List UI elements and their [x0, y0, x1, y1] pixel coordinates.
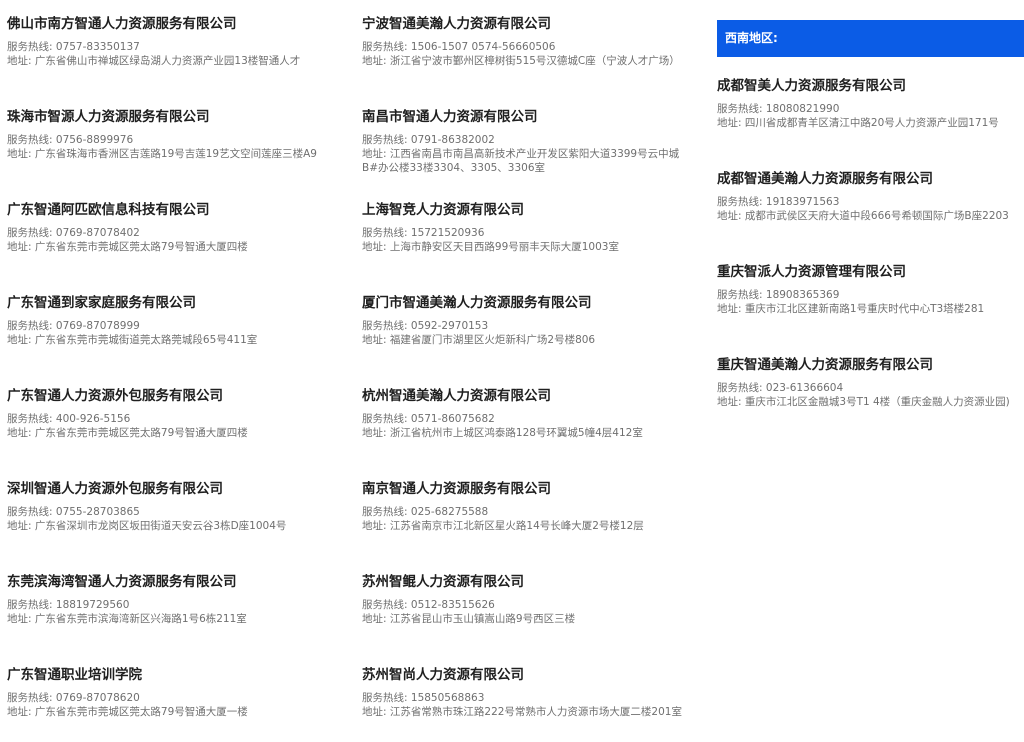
company-card: 成都智美人力资源服务有限公司 服务热线: 18080821990 地址: 四川省… [717, 77, 1024, 130]
company-hotline: 服务热线: 18080821990 [717, 103, 840, 115]
company-address: 地址: 广东省佛山市禅城区绿岛湖人力资源产业园13楼智通人才 [7, 55, 301, 67]
company-card: 重庆智派人力资源管理有限公司 服务热线: 18908365369 地址: 重庆市… [717, 263, 1024, 316]
company-address: 地址: 福建省厦门市湖里区火炬新科广场2号楼806 [362, 334, 596, 346]
company-hotline: 服务热线: 15850568863 [362, 692, 485, 704]
company-hotline: 服务热线: 0755-28703865 [7, 506, 140, 518]
company-address: 地址: 广东省东莞市滨海湾新区兴海路1号6栋211室 [7, 613, 247, 625]
company-hotline: 服务热线: 0756-8899976 [7, 134, 134, 146]
company-address: 地址: 广东省东莞市莞城区莞太路79号智通大厦四楼 [7, 241, 248, 253]
company-address: 地址: 广东省东莞市莞城街道莞太路莞城段65号411室 [7, 334, 258, 346]
company-address: 地址: 浙江省宁波市鄞州区樟树街515号汉德城C座（宁波人才广场） [362, 55, 680, 67]
company-hotline: 服务热线: 025-68275588 [362, 506, 489, 518]
company-hotline: 服务热线: 400-926-5156 [7, 413, 131, 425]
company-address: 地址: 上海市静安区天目西路99号丽丰天际大厦1003室 [362, 241, 619, 253]
company-name: 苏州智鲲人力资源有限公司 [362, 574, 524, 590]
company-hotline: 服务热线: 0592-2970153 [362, 320, 489, 332]
company-name: 厦门市智通美瀚人力资源服务有限公司 [362, 295, 592, 311]
company-hotline: 服务热线: 0571-86075682 [362, 413, 495, 425]
company-address: 地址: 广东省深圳市龙岗区坂田街道天安云谷3栋D座1004号 [7, 520, 287, 532]
company-card: 南京智通人力资源服务有限公司 服务热线: 025-68275588 地址: 江苏… [362, 480, 687, 533]
company-name: 上海智竞人力资源有限公司 [362, 202, 524, 218]
company-hotline: 服务热线: 18819729560 [7, 599, 130, 611]
company-address: 地址: 广东省珠海市香洲区吉莲路19号吉莲19艺文空间莲座三楼A9 [7, 148, 317, 160]
company-hotline: 服务热线: 0757-83350137 [7, 41, 140, 53]
company-hotline: 服务热线: 19183971563 [717, 196, 840, 208]
company-address: 地址: 重庆市江北区金融城3号T1 4楼（重庆金融人力资源业园) [717, 396, 1010, 408]
company-address: 地址: 广东省东莞市莞城区莞太路79号智通大厦一楼 [7, 706, 248, 718]
company-card: 宁波智通美瀚人力资源有限公司 服务热线: 1506-1507 0574-5666… [362, 15, 687, 68]
company-name: 南昌市智通人力资源有限公司 [362, 109, 538, 125]
company-card: 苏州智尚人力资源有限公司 服务热线: 15850568863 地址: 江苏省常熟… [362, 666, 687, 719]
company-hotline: 服务热线: 0769-87078402 [7, 227, 140, 239]
company-name: 东莞滨海湾智通人力资源服务有限公司 [7, 574, 237, 590]
company-address: 地址: 江苏省南京市江北新区星火路14号长峰大厦2号楼12层 [362, 520, 644, 532]
company-name: 深圳智通人力资源外包服务有限公司 [7, 481, 223, 497]
company-address: 地址: 江西省南昌市南昌高新技术产业开发区紫阳大道3399号云中城B#办公楼33… [362, 148, 680, 174]
company-hotline: 服务热线: 0769-87078999 [7, 320, 140, 332]
company-card: 杭州智通美瀚人力资源有限公司 服务热线: 0571-86075682 地址: 浙… [362, 387, 687, 440]
company-hotline: 服务热线: 0512-83515626 [362, 599, 495, 611]
company-card: 东莞滨海湾智通人力资源服务有限公司 服务热线: 18819729560 地址: … [7, 573, 337, 626]
company-card: 上海智竞人力资源有限公司 服务热线: 15721520936 地址: 上海市静安… [362, 201, 687, 254]
company-name: 广东智通阿匹欧信息科技有限公司 [7, 202, 210, 218]
company-card: 珠海市智源人力资源服务有限公司 服务热线: 0756-8899976 地址: 广… [7, 108, 337, 161]
company-name: 佛山市南方智通人力资源服务有限公司 [7, 16, 237, 32]
company-card: 深圳智通人力资源外包服务有限公司 服务热线: 0755-28703865 地址:… [7, 480, 337, 533]
company-hotline: 服务热线: 0791-86382002 [362, 134, 495, 146]
company-name: 苏州智尚人力资源有限公司 [362, 667, 524, 683]
company-hotline: 服务热线: 0769-87078620 [7, 692, 140, 704]
company-name: 成都智美人力资源服务有限公司 [717, 78, 906, 94]
company-name: 广东智通人力资源外包服务有限公司 [7, 388, 223, 404]
company-hotline: 服务热线: 15721520936 [362, 227, 485, 239]
company-hotline: 服务热线: 1506-1507 0574-56660506 [362, 41, 556, 53]
company-card: 佛山市南方智通人力资源服务有限公司 服务热线: 0757-83350137 地址… [7, 15, 337, 68]
company-name: 宁波智通美瀚人力资源有限公司 [362, 16, 551, 32]
company-card: 广东智通人力资源外包服务有限公司 服务热线: 400-926-5156 地址: … [7, 387, 337, 440]
company-card: 厦门市智通美瀚人力资源服务有限公司 服务热线: 0592-2970153 地址:… [362, 294, 687, 347]
company-hotline: 服务热线: 18908365369 [717, 289, 840, 301]
company-card: 苏州智鲲人力资源有限公司 服务热线: 0512-83515626 地址: 江苏省… [362, 573, 687, 626]
company-hotline: 服务热线: 023-61366604 [717, 382, 844, 394]
company-card: 南昌市智通人力资源有限公司 服务热线: 0791-86382002 地址: 江西… [362, 108, 687, 175]
company-card: 广东智通阿匹欧信息科技有限公司 服务热线: 0769-87078402 地址: … [7, 201, 337, 254]
company-card: 广东智通职业培训学院 服务热线: 0769-87078620 地址: 广东省东莞… [7, 666, 337, 719]
company-card: 成都智通美瀚人力资源服务有限公司 服务热线: 19183971563 地址: 成… [717, 170, 1024, 223]
company-name: 广东智通到家家庭服务有限公司 [7, 295, 196, 311]
company-address: 地址: 广东省东莞市莞城区莞太路79号智通大厦四楼 [7, 427, 248, 439]
company-name: 珠海市智源人力资源服务有限公司 [7, 109, 210, 125]
company-address: 地址: 重庆市江北区建新南路1号重庆时代中心T3塔楼281 [717, 303, 985, 315]
company-address: 地址: 江苏省常熟市珠江路222号常熟市人力资源市场大厦二楼201室 [362, 706, 682, 718]
company-name: 重庆智派人力资源管理有限公司 [717, 264, 906, 280]
company-name: 南京智通人力资源服务有限公司 [362, 481, 551, 497]
company-address: 地址: 浙江省杭州市上城区鸿泰路128号环翼城5幢4层412室 [362, 427, 643, 439]
company-name: 广东智通职业培训学院 [7, 667, 142, 683]
company-address: 地址: 成都市武侯区天府大道中段666号希顿国际广场B座2203 [717, 210, 1009, 222]
company-card: 广东智通到家家庭服务有限公司 服务热线: 0769-87078999 地址: 广… [7, 294, 337, 347]
region-header: 西南地区: [717, 20, 1024, 57]
company-address: 地址: 江苏省昆山市玉山镇嵩山路9号西区三楼 [362, 613, 576, 625]
company-card: 重庆智通美瀚人力资源服务有限公司 服务热线: 023-61366604 地址: … [717, 356, 1024, 409]
company-address: 地址: 四川省成都青羊区清江中路20号人力资源产业园171号 [717, 117, 999, 129]
company-name: 成都智通美瀚人力资源服务有限公司 [717, 171, 933, 187]
company-name: 重庆智通美瀚人力资源服务有限公司 [717, 357, 933, 373]
company-name: 杭州智通美瀚人力资源有限公司 [362, 388, 551, 404]
